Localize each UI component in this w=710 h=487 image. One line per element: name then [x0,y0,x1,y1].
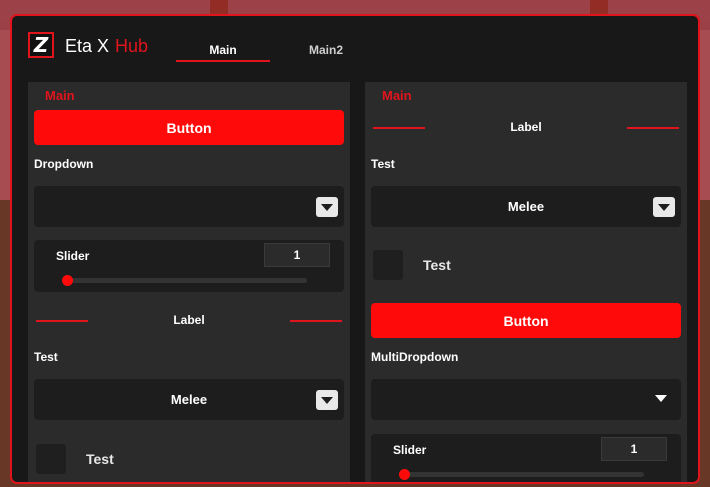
slider-value-field[interactable]: 1 [601,437,667,461]
multidropdown-value [371,379,681,420]
test-dropdown-value: Melee [170,392,208,407]
left-button[interactable]: Button [34,110,344,145]
test-dropdown-value: Melee [507,199,545,214]
left-slider[interactable]: Slider 1 [34,240,344,292]
right-slider[interactable]: Slider 1 [371,434,681,482]
multidropdown[interactable] [371,379,681,420]
window-title-main: Eta X [65,36,110,56]
divider-line [290,320,342,322]
hub-window: Z Eta X Hub Main Main2 Main Button Dropdo… [10,14,700,484]
chevron-down-icon[interactable] [316,390,338,410]
z-logo-icon: Z [28,32,54,58]
test-checkbox[interactable] [36,444,66,474]
test-toggle[interactable]: Test [34,444,344,476]
right-label-divider: Label [371,120,681,136]
logo-letter: Z [33,33,49,57]
slider-handle[interactable] [399,469,410,480]
test-toggle[interactable]: Test [371,250,681,282]
active-tab-underline [176,60,270,62]
right-button[interactable]: Button [371,303,681,338]
tab-main[interactable]: Main [176,43,270,57]
slider-label: Slider [393,443,427,457]
left-section-title: Main [45,88,75,103]
slider-track[interactable] [399,469,644,480]
dropdown[interactable] [34,186,344,227]
dropdown-label: Dropdown [34,157,94,171]
test-toggle-label: Test [423,257,451,273]
right-section-title: Main [382,88,412,103]
window-title-accent: Hub [115,36,149,56]
window-title: Eta X Hub [65,36,148,57]
left-column[interactable]: Main Button Dropdown Slider 1 Label Test… [28,82,350,482]
test-dropdown[interactable]: Melee [34,379,344,420]
slider-label: Slider [56,249,90,263]
dropdown-value [34,186,344,227]
right-column[interactable]: Main Label Test Melee Test Button MultiD… [365,82,687,482]
slider-track[interactable] [62,275,307,286]
divider-line [627,127,679,129]
test-toggle-label: Test [86,451,114,467]
window-header[interactable]: Z Eta X Hub Main Main2 [12,16,698,74]
multidropdown-label: MultiDropdown [371,350,459,364]
tab-main2[interactable]: Main2 [284,43,368,57]
test-dropdown[interactable]: Melee [371,186,681,227]
test-checkbox[interactable] [373,250,403,280]
chevron-down-icon[interactable] [655,395,667,402]
test-label: Test [371,157,395,171]
left-label-divider: Label [34,313,344,329]
chevron-down-icon[interactable] [316,197,338,217]
test-label: Test [34,350,58,364]
slider-value-field[interactable]: 1 [264,243,330,267]
chevron-down-icon[interactable] [653,197,675,217]
slider-handle[interactable] [62,275,73,286]
